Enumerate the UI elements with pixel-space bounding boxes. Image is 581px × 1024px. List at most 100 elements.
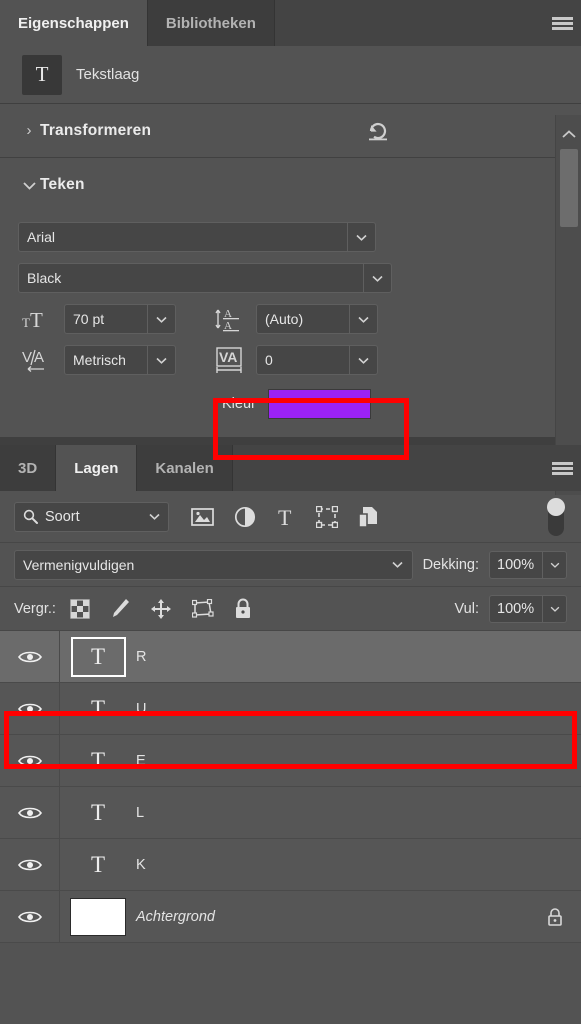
kleur-label: Kleur: [222, 396, 256, 412]
layer-row-e[interactable]: TE: [0, 735, 581, 787]
transformeren-title: Transformeren: [40, 121, 152, 139]
layer-thumbnail[interactable]: T: [60, 696, 136, 722]
fill-group: Vul: 100%: [455, 594, 567, 623]
font-family-value: Arial: [27, 229, 56, 245]
layer-thumbnail[interactable]: T: [60, 852, 136, 878]
properties-panel-menu-icon[interactable]: [543, 0, 581, 46]
lock-artboard-nesting-icon[interactable]: [191, 598, 214, 619]
kerning-chevron-down-icon[interactable]: [147, 346, 175, 374]
lock-transparent-pixels-icon[interactable]: [70, 598, 90, 619]
shape-layer-filter-icon[interactable]: [316, 505, 338, 528]
layers-tabbar-empty-space: [232, 445, 543, 491]
font-style-chevron-down-icon[interactable]: [363, 264, 391, 292]
layer-visibility-eye-icon[interactable]: [0, 683, 60, 734]
font-size-chevron-down-icon[interactable]: [147, 305, 175, 333]
opacity-input[interactable]: 100%: [489, 550, 567, 579]
layer-row-u[interactable]: TU: [0, 683, 581, 735]
properties-tabbar: Eigenschappen Bibliotheken: [0, 0, 581, 46]
svg-text:T: T: [30, 308, 43, 331]
fill-chevron-down-icon[interactable]: [542, 595, 566, 622]
font-style-select[interactable]: Black: [18, 263, 392, 293]
layer-row-l[interactable]: TL: [0, 787, 581, 839]
teken-twisty-icon[interactable]: [18, 181, 40, 190]
layer-list: T R T U T E T L T K Achtergrond: [0, 631, 581, 943]
fill-input[interactable]: 100%: [489, 594, 567, 623]
text-layer-type-icon: T: [22, 54, 62, 95]
kerning-input[interactable]: Metrisch: [64, 345, 176, 375]
layers-panel-menu-icon[interactable]: [543, 445, 581, 491]
tracking-chevron-down-icon[interactable]: [349, 346, 377, 374]
properties-scrollbar[interactable]: [555, 115, 581, 495]
layer-row-k[interactable]: TK: [0, 839, 581, 891]
opacity-chevron-down-icon[interactable]: [542, 551, 566, 578]
layers-tabbar: 3D Lagen Kanalen: [0, 445, 581, 491]
properties-panel: Eigenschappen Bibliotheken T Tekstlaag ›…: [0, 0, 581, 495]
font-family-chevron-down-icon[interactable]: [347, 223, 375, 251]
layer-filter-row: Soort T: [0, 491, 581, 543]
font-style-value: Black: [27, 270, 62, 286]
svg-text:V: V: [22, 349, 32, 366]
layer-filter-kind-select[interactable]: Soort: [14, 501, 169, 532]
filter-toggle-switch[interactable]: [545, 495, 567, 539]
leading-value: (Auto): [265, 311, 304, 327]
layer-thumbnail[interactable]: T: [60, 800, 136, 826]
leading-input[interactable]: (Auto): [256, 304, 378, 334]
section-teken[interactable]: Teken: [0, 158, 581, 212]
font-family-select[interactable]: Arial: [18, 222, 376, 252]
leading-icon: A A: [210, 306, 256, 332]
properties-scrollbar-thumb[interactable]: [560, 149, 578, 227]
tracking-value: 0: [265, 352, 273, 368]
layer-thumbnail[interactable]: T: [60, 748, 136, 774]
kleur-row: Kleur: [18, 389, 563, 419]
transformeren-twisty-icon[interactable]: ›: [18, 122, 40, 139]
layer-thumbnail[interactable]: T: [60, 636, 136, 677]
layer-visibility-eye-icon[interactable]: [0, 631, 60, 682]
kerning-value: Metrisch: [73, 352, 126, 368]
panel-divider: [0, 437, 581, 445]
layer-visibility-eye-icon[interactable]: [0, 787, 60, 838]
reset-arrow-icon[interactable]: [365, 119, 391, 143]
layer-type-label: Tekstlaag: [76, 66, 140, 83]
layer-row-achtergrond[interactable]: Achtergrond: [0, 891, 581, 943]
tab-bibliotheken[interactable]: Bibliotheken: [147, 0, 275, 46]
tab-lagen[interactable]: Lagen: [56, 445, 138, 491]
tab-eigenschappen[interactable]: Eigenschappen: [0, 0, 148, 46]
text-layer-thumb-icon: T: [90, 747, 106, 773]
lock-image-pixels-icon[interactable]: [110, 598, 130, 620]
layer-locked-icon: [547, 907, 563, 927]
scroll-up-chevron-up-icon[interactable]: [556, 123, 581, 145]
layer-thumbnail[interactable]: [60, 897, 136, 936]
layer-visibility-eye-icon[interactable]: [0, 891, 60, 942]
layer-visibility-eye-icon[interactable]: [0, 839, 60, 890]
tracking-input[interactable]: 0: [256, 345, 378, 375]
kerning-tracking-row: V A Metrisch VA 0: [18, 345, 563, 375]
leading-chevron-down-icon[interactable]: [349, 305, 377, 333]
tab-kanalen[interactable]: Kanalen: [137, 445, 233, 491]
tracking-icon: VA: [210, 346, 256, 374]
blend-mode-chevron-down-icon[interactable]: [384, 551, 412, 579]
font-size-input[interactable]: 70 pt: [64, 304, 176, 334]
layer-filter-icons: T: [191, 505, 380, 528]
pixel-layer-filter-icon[interactable]: [191, 507, 214, 527]
kerning-icon: V A: [18, 347, 64, 373]
type-layer-filter-icon[interactable]: T: [276, 506, 296, 528]
smart-object-filter-icon[interactable]: [358, 506, 380, 528]
lock-position-icon[interactable]: [150, 598, 172, 620]
adjustment-layer-filter-icon[interactable]: [234, 506, 256, 528]
opacity-value: 100%: [497, 556, 535, 573]
layers-panel: 3D Lagen Kanalen Soort T Vermenigvuldige…: [0, 445, 581, 943]
blend-mode-select[interactable]: Vermenigvuldigen: [14, 549, 413, 580]
layer-visibility-eye-icon[interactable]: [0, 735, 60, 786]
lock-all-icon[interactable]: [234, 598, 252, 620]
layer-name: Achtergrond: [136, 908, 215, 925]
tabbar-empty-space: [274, 0, 543, 46]
lock-icons: [70, 598, 252, 620]
layer-name: K: [136, 856, 146, 873]
text-color-swatch[interactable]: [267, 389, 371, 419]
blend-mode-value: Vermenigvuldigen: [23, 556, 135, 573]
teken-title: Teken: [40, 176, 85, 193]
section-transformeren[interactable]: › Transformeren: [0, 104, 581, 158]
layer-row-r[interactable]: TR: [0, 631, 581, 683]
tab-3d[interactable]: 3D: [0, 445, 57, 491]
layer-filter-chevron-down-icon: [149, 513, 160, 520]
